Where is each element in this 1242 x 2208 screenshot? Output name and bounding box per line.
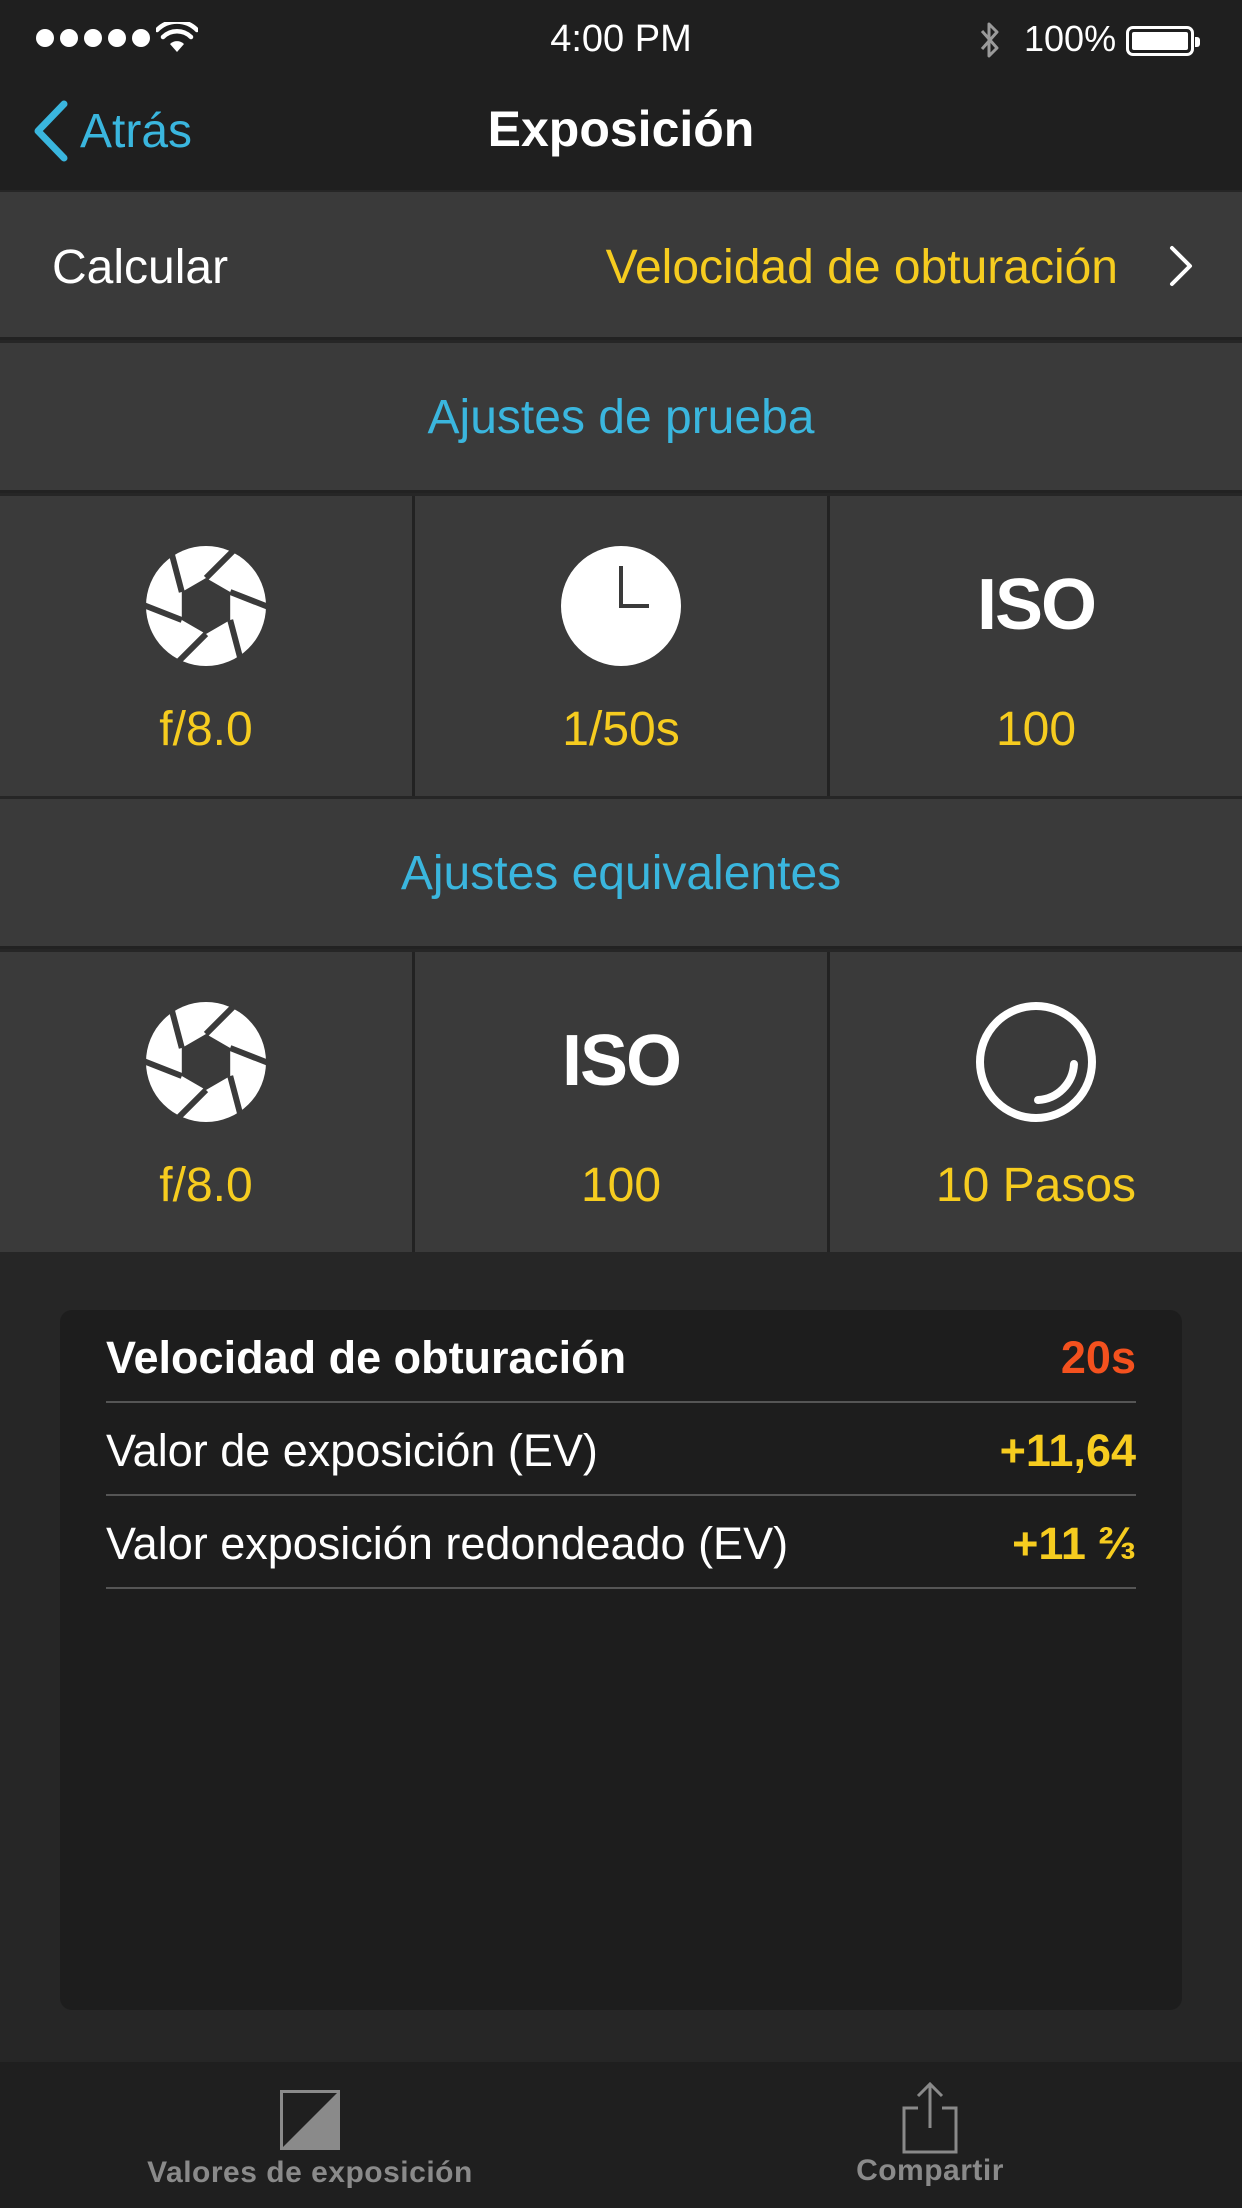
tab-bar: Valores de exposición Compartir: [0, 2062, 1242, 2208]
calculate-value: Velocidad de obturación: [605, 241, 1118, 294]
iso-icon: ISO: [976, 565, 1097, 645]
exposure-values-icon: [280, 2090, 340, 2150]
result-value: +11,64: [999, 1425, 1136, 1476]
test-shutter-value: 1/50s: [562, 703, 680, 756]
chevron-right-icon: [1170, 246, 1192, 286]
share-icon: [902, 2081, 958, 2154]
equivalent-settings-header: Ajustes equivalentes: [0, 799, 1242, 949]
result-label: Valor exposición redondeado (EV): [106, 1518, 789, 1569]
aperture-icon: [144, 545, 268, 667]
calculate-row[interactable]: Calcular Velocidad de obturación: [0, 192, 1242, 340]
nd-filter-icon: [976, 1002, 1096, 1122]
equivalent-aperture-tile[interactable]: f/8.0: [0, 952, 415, 1252]
calculate-label: Calcular: [52, 241, 229, 294]
battery-percent: 100%: [1024, 18, 1117, 59]
clock-icon: [561, 546, 681, 666]
results-card: Velocidad de obturación 20s Valor de exp…: [60, 1310, 1182, 2010]
status-bar: 4:00 PM 100%: [0, 0, 1242, 78]
result-row-ev: Valor de exposición (EV) +11,64: [106, 1403, 1136, 1496]
test-aperture-tile[interactable]: f/8.0: [0, 496, 415, 796]
result-row-rounded-ev: Valor exposición redondeado (EV) +11 ⅔: [106, 1496, 1136, 1589]
test-settings-header: Ajustes de prueba: [0, 343, 1242, 493]
tab-exposure-values-label: Valores de exposición: [147, 2156, 473, 2189]
equivalent-aperture-value: f/8.0: [159, 1159, 253, 1212]
aperture-icon: [144, 1001, 268, 1123]
equivalent-iso-tile[interactable]: ISO 100: [415, 952, 830, 1252]
result-value: 20s: [1060, 1332, 1136, 1383]
equivalent-nd-filter-value: 10 Pasos: [935, 1159, 1137, 1212]
navigation-bar: Atrás Exposición: [0, 78, 1242, 190]
test-aperture-value: f/8.0: [159, 703, 253, 756]
result-label: Valor de exposición (EV): [106, 1425, 598, 1476]
test-settings-tiles: f/8.0 1/50s ISO 100: [0, 496, 1242, 796]
result-value: +11 ⅔: [1012, 1518, 1136, 1569]
test-shutter-tile[interactable]: 1/50s: [415, 496, 830, 796]
test-iso-value: 100: [995, 703, 1077, 756]
test-iso-tile[interactable]: ISO 100: [830, 496, 1242, 796]
equivalent-settings-tiles: f/8.0 ISO 100 10 Pasos: [0, 952, 1242, 1252]
iso-icon: ISO: [561, 1021, 682, 1101]
app-screen: 4:00 PM 100% Atrás Exposición Calcular V…: [0, 0, 1242, 2208]
battery-icon: [1126, 26, 1200, 56]
bluetooth-icon: [980, 22, 999, 58]
tab-share-label: Compartir: [856, 2154, 1004, 2187]
equivalent-iso-value: 100: [580, 1159, 662, 1212]
result-row-shutter-speed: Velocidad de obturación 20s: [106, 1310, 1136, 1403]
result-label: Velocidad de obturación: [106, 1332, 627, 1383]
equivalent-nd-filter-tile[interactable]: 10 Pasos: [830, 952, 1242, 1252]
tab-share[interactable]: Compartir: [780, 2062, 1080, 2208]
page-title: Exposición: [487, 101, 755, 157]
tab-exposure-values[interactable]: Valores de exposición: [110, 2062, 510, 2208]
test-settings-title: Ajustes de prueba: [427, 391, 815, 444]
equivalent-settings-title: Ajustes equivalentes: [400, 847, 842, 900]
